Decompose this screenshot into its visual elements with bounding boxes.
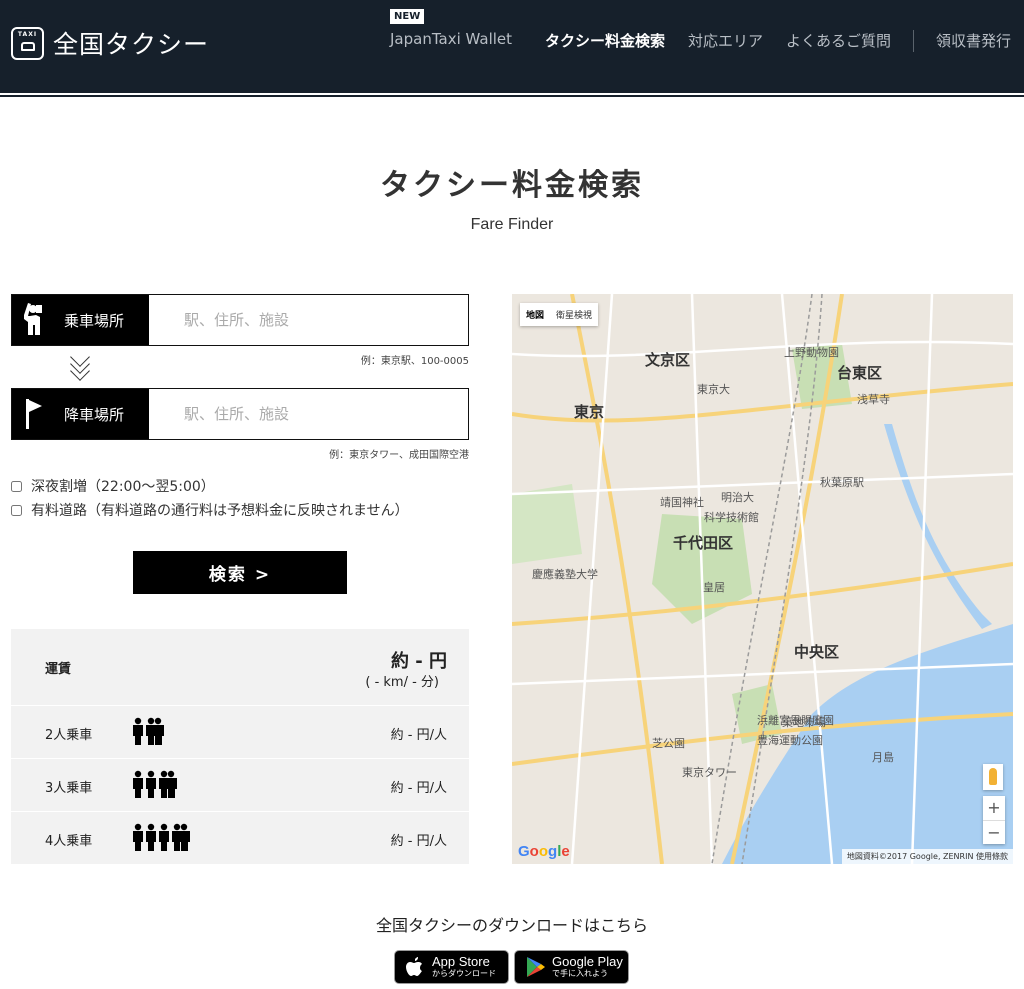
dropoff-field: 降車場所 — [11, 388, 469, 440]
map-label: 明治大 — [721, 491, 754, 504]
dropoff-example: 例：東京タワー、成田国際空港 — [329, 450, 469, 461]
late-night-option[interactable]: 深夜割増（22:00〜翌5:00） — [11, 476, 215, 496]
map-label: 芝公園 — [652, 737, 685, 750]
map-type-toggle: 地図 衛星検視 — [520, 303, 599, 326]
fare-row-amount: 約 - 円/人 — [390, 728, 447, 743]
map-label: 東京 — [574, 403, 605, 421]
map-label: 上野動物園 — [784, 346, 839, 359]
fare-row-label: 3人乗車 — [45, 781, 93, 796]
toll-road-checkbox[interactable] — [11, 504, 22, 516]
zoom-out-button[interactable]: − — [983, 820, 1005, 844]
map-label: 浜離宮恩賜庭園 — [757, 714, 834, 727]
map-label: 東京大 — [697, 383, 730, 396]
late-night-checkbox[interactable] — [11, 480, 22, 492]
page-subtitle: Fare Finder — [470, 216, 554, 233]
nav-divider — [913, 30, 914, 52]
google-play-icon — [527, 957, 545, 977]
map-type-satellite[interactable]: 衛星検視 — [550, 303, 598, 326]
map-label: 千代田区 — [673, 534, 734, 552]
fare-row-2: 2人乗車 約 - 円/人 — [11, 706, 469, 759]
pickup-input[interactable] — [149, 295, 468, 345]
nav-service-area[interactable]: 対応エリア — [688, 30, 763, 51]
download-title: 全国タクシーのダウンロードはこちら — [375, 916, 648, 935]
nav-receipt[interactable]: 領収書発行 — [936, 30, 1011, 51]
fare-row-4: 4人乗車 約 - 円/人 — [11, 812, 469, 865]
nav-japantaxi-wallet[interactable]: JapanTaxi Wallet — [390, 30, 512, 48]
map-label: 月島 — [872, 751, 894, 764]
site-header: TAXI 全国タクシー NEW JapanTaxi Wallet タクシー料金検… — [0, 0, 1024, 93]
pickup-label: 乗車場所 — [12, 295, 149, 345]
pickup-example: 例：東京駅、100-0005 — [360, 356, 469, 367]
map-label: 豊海運動公園 — [757, 734, 823, 747]
main-nav: JapanTaxi Wallet タクシー料金検索 対応エリア よくあるご質問 … — [0, 30, 1024, 54]
google-play-subtitle: で手に入れよう — [552, 969, 608, 978]
pickup-label-text: 乗車場所 — [64, 311, 125, 330]
fare-row-3: 3人乗車 約 - 円/人 — [11, 759, 469, 812]
map-label: 文京区 — [645, 351, 691, 369]
dropoff-label: 降車場所 — [12, 389, 149, 439]
map-label: 台東区 — [837, 364, 883, 382]
fare-row-amount: 約 - 円/人 — [390, 781, 447, 796]
fare-row-label: 2人乗車 — [45, 728, 93, 743]
pickup-field: 乗車場所 — [11, 294, 469, 346]
map-label: 東京タワー — [682, 766, 737, 779]
street-view-pegman-icon[interactable] — [983, 764, 1003, 790]
header-divider — [0, 95, 1024, 97]
map-label: 慶應義塾大学 — [532, 568, 598, 581]
map-label: 秋葉原駅 — [820, 476, 864, 489]
late-night-label: 深夜割増（22:00〜翌5:00） — [31, 479, 215, 495]
map-zoom-control: + − — [983, 796, 1005, 844]
arrow-down-icon — [69, 347, 91, 381]
nav-faq[interactable]: よくあるご質問 — [786, 30, 891, 51]
fare-summary: 運賃 約 - 円 ( - km/ - 分) — [11, 629, 469, 706]
zoom-in-button[interactable]: + — [983, 796, 1005, 820]
map-view[interactable]: 文京区 台東区 東京 千代田区 中央区 上野動物園 東京大 浅草寺 秋葉原駅 皇… — [512, 294, 1013, 864]
page-title: タクシー料金検索 — [380, 168, 644, 203]
fare-row-amount: 約 - 円/人 — [390, 834, 447, 849]
people-3-icon — [131, 769, 183, 798]
flag-icon — [12, 389, 64, 439]
toll-road-label: 有料道路（有料道路の通行料は予想料金に反映されません） — [31, 503, 409, 519]
google-play-button[interactable]: Google Play で手に入れよう — [514, 950, 629, 984]
dropoff-label-text: 降車場所 — [64, 405, 125, 424]
fare-row-label: 4人乗車 — [45, 834, 93, 849]
google-logo: Google — [518, 843, 570, 860]
dropoff-input[interactable] — [149, 389, 468, 439]
people-4-icon — [131, 822, 195, 851]
fare-distance: ( - km/ - 分) — [365, 675, 439, 690]
apple-icon — [406, 957, 422, 976]
map-type-map[interactable]: 地図 — [520, 303, 550, 326]
map-label: 皇居 — [703, 581, 725, 594]
map-attribution[interactable]: 地図資料©2017 Google, ZENRIN 使用條款 — [841, 849, 1013, 864]
search-button[interactable]: 検索 > — [133, 551, 347, 594]
fare-amount: 約 - 円 — [390, 651, 447, 672]
app-store-title: App Store — [432, 954, 490, 969]
people-2-icon — [131, 716, 171, 745]
toll-road-option[interactable]: 有料道路（有料道路の通行料は予想料金に反映されません） — [11, 500, 409, 520]
new-badge: NEW — [390, 9, 425, 24]
map-label: 中央区 — [794, 643, 840, 661]
nav-fare-search[interactable]: タクシー料金検索 — [545, 30, 665, 51]
google-play-title: Google Play — [552, 954, 623, 969]
person-hailing-icon — [12, 295, 64, 345]
fare-label: 運賃 — [45, 662, 72, 677]
map-label: 靖国神社 — [660, 496, 704, 509]
app-store-subtitle: からダウンロード — [432, 969, 496, 978]
map-label: 浅草寺 — [857, 393, 890, 406]
app-store-button[interactable]: App Store からダウンロード — [394, 950, 509, 984]
fare-table: 運賃 約 - 円 ( - km/ - 分) 2人乗車 約 - 円/人 3人乗車 — [11, 629, 469, 865]
map-label: 科学技術館 — [704, 511, 759, 524]
